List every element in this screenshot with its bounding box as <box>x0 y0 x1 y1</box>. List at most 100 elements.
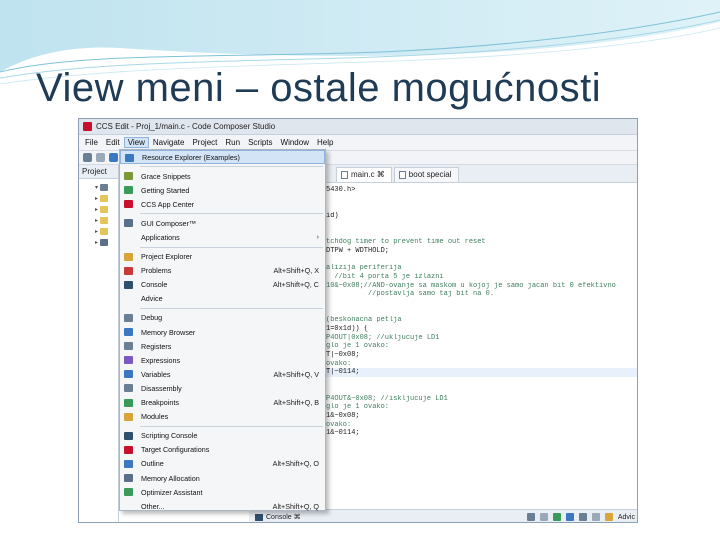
menu-item-label: Advice <box>141 294 163 304</box>
code-line: (beskonacna petlja <box>326 316 637 325</box>
ide-screenshot: CCS Edit - Proj_1/main.c - Code Composer… <box>78 118 638 523</box>
registers-icon <box>124 342 133 351</box>
menu-item-breakpoints[interactable]: Breakpoints Alt+Shift+Q, B <box>120 396 325 410</box>
menu-item-shortcut: Alt+Shift+Q, X <box>273 266 319 276</box>
menu-item-optimizer-assistant[interactable]: Optimizer Assistant <box>120 485 325 499</box>
tree-row[interactable]: ▸ <box>79 193 118 204</box>
code-text: //postavlja samo taj bit na 0. <box>326 290 495 299</box>
menu-file[interactable]: File <box>81 137 102 148</box>
menu-item-advice[interactable]: Advice <box>120 292 325 306</box>
menu-item-problems[interactable]: Problems Alt+Shift+Q, X <box>120 264 325 278</box>
menu-item-console[interactable]: Console Alt+Shift+Q, C <box>120 278 325 292</box>
tree-row[interactable]: ▸ <box>79 226 118 237</box>
code-text: alizija periferija <box>326 264 402 273</box>
menu-item-gui-composer[interactable]: GUI Composer™ <box>120 216 325 230</box>
menu-item-ccs-app-center[interactable]: CCS App Center <box>120 197 325 211</box>
menu-item-outline[interactable]: Outline Alt+Shift+Q, O <box>120 457 325 471</box>
outline-icon <box>124 459 133 468</box>
menu-item-target-configurations[interactable]: Target Configurations <box>120 443 325 457</box>
tree-row[interactable]: ▸ <box>79 204 118 215</box>
menu-help[interactable]: Help <box>313 137 337 148</box>
menu-item-label: Disassembly <box>141 383 182 393</box>
menu-project[interactable]: Project <box>188 137 221 148</box>
explorer-tab[interactable]: Project <box>79 165 118 179</box>
console-open-icon[interactable] <box>578 513 587 521</box>
advice-icon[interactable] <box>604 513 613 521</box>
code-line: ovako: <box>326 360 637 369</box>
menu-item-resource-explorer-examples[interactable]: Resource Explorer (Examples) <box>120 150 325 165</box>
code-text: DTPW + WDTHOLD; <box>326 246 390 255</box>
menu-view[interactable]: View <box>123 137 149 148</box>
console-clear-icon[interactable] <box>539 513 548 521</box>
menu-item-project-explorer[interactable]: Project Explorer <box>120 250 325 264</box>
console-tab[interactable]: Console ⌘ <box>249 513 301 521</box>
tree-row[interactable]: ▸ <box>79 237 118 248</box>
menu-item-expressions[interactable]: Expressions <box>120 353 325 367</box>
toolbar-new-icon[interactable] <box>83 153 92 162</box>
menu-item-shortcut: Alt+Shift+Q, Q <box>272 501 319 511</box>
menu-navigate[interactable]: Navigate <box>149 137 189 148</box>
code-line: glo je 1 ovako: <box>326 342 637 351</box>
grace-snippets-icon <box>124 172 133 181</box>
menu-item-label: Target Configurations <box>141 445 210 455</box>
code-text: //bit 4 porta 5 je izlazni <box>326 272 444 281</box>
code-editor[interactable]: main.c ⌘ boot special 5430.h> id) tchdog ti… <box>324 165 637 509</box>
code-line: T|~0114; <box>326 368 637 378</box>
resource-explorer-icon <box>125 154 134 162</box>
code-line: //bit 4 porta 5 je izlazni <box>326 272 637 282</box>
code-line: 1&~0114; <box>326 429 637 438</box>
editor-tab[interactable]: main.c ⌘ <box>336 167 392 182</box>
ide-titlebar: CCS Edit - Proj_1/main.c - Code Composer… <box>79 119 637 135</box>
console-icon <box>124 280 133 289</box>
console-display-icon[interactable] <box>565 513 574 521</box>
menu-item-memory-allocation[interactable]: Memory Allocation <box>120 471 325 485</box>
toolbar-save-icon[interactable] <box>109 153 118 162</box>
console-minimize-icon[interactable] <box>591 513 600 521</box>
menu-item-registers[interactable]: Registers <box>120 339 325 353</box>
menu-separator <box>140 246 323 248</box>
menu-edit[interactable]: Edit <box>102 137 124 148</box>
code-area[interactable]: 5430.h> id) tchdog timer to prevent time o… <box>324 183 637 438</box>
menu-item-scripting-console[interactable]: Scripting Console <box>120 429 325 443</box>
menu-item-modules[interactable]: Modules <box>120 410 325 424</box>
menu-item-label: Console <box>141 280 168 290</box>
menu-item-grace-snippets[interactable]: Grace Snippets <box>120 169 325 183</box>
menu-item-memory-browser[interactable]: Memory Browser <box>120 325 325 339</box>
menu-item-label: Optimizer Assistant <box>141 487 203 497</box>
menu-window[interactable]: Window <box>277 137 313 148</box>
console-pin-icon[interactable] <box>526 513 535 521</box>
menu-item-disassembly[interactable]: Disassembly <box>120 381 325 395</box>
tree-row[interactable]: ▾ <box>79 182 118 193</box>
menu-item-label: Memory Browser <box>141 327 196 337</box>
menu-separator <box>140 213 323 215</box>
menu-item-label: Grace Snippets <box>141 171 191 181</box>
code-text: 1&~0114; <box>326 429 360 438</box>
scripting-console-icon <box>124 431 133 440</box>
menu-item-label: Scripting Console <box>141 431 198 441</box>
code-text: (beskonacna petlja <box>326 316 402 325</box>
menu-item-other[interactable]: Other... Alt+Shift+Q, Q <box>120 499 325 513</box>
code-line: 1&~0x08; <box>326 412 637 421</box>
editor-tab[interactable]: boot special <box>393 167 459 182</box>
advice-tab-label[interactable]: Advic <box>618 514 635 521</box>
toolbar-dropdown-icon[interactable] <box>96 153 105 162</box>
tree-row[interactable]: ▸ <box>79 215 118 226</box>
menu-scripts[interactable]: Scripts <box>244 137 276 148</box>
menu-item-getting-started[interactable]: Getting Started <box>120 183 325 197</box>
breakpoints-icon <box>124 398 133 407</box>
ccs-app-icon <box>83 122 92 131</box>
menu-item-applications[interactable]: Applications › <box>120 230 325 244</box>
menu-run[interactable]: Run <box>221 137 244 148</box>
code-text: glo je 1 ovako: <box>326 342 390 351</box>
menu-item-debug[interactable]: Debug <box>120 311 325 325</box>
menu-item-label: Breakpoints <box>141 398 179 408</box>
menu-item-variables[interactable]: Variables Alt+Shift+Q, V <box>120 367 325 381</box>
menu-item-label: Expressions <box>141 355 181 365</box>
console-run-icon[interactable] <box>552 513 561 521</box>
editor-tab-label: boot special <box>408 170 452 179</box>
code-line: tchdog timer to prevent time out reset <box>326 238 637 247</box>
